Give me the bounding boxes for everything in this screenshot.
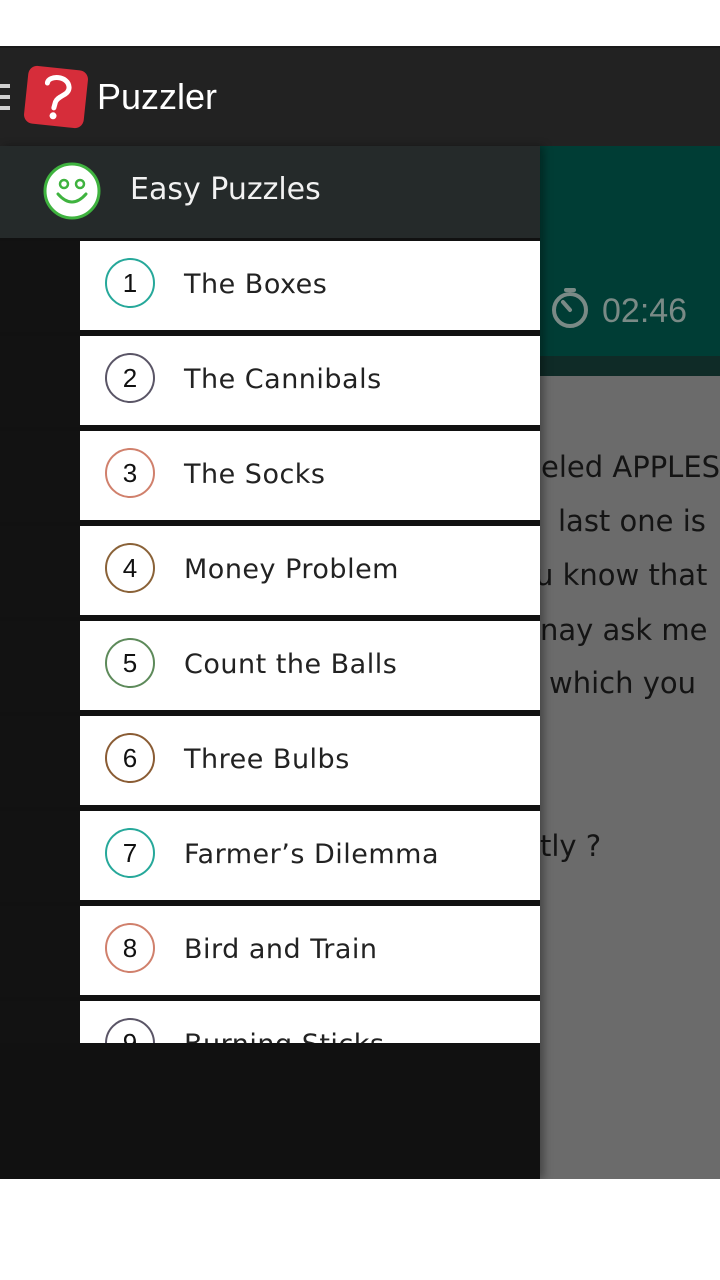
puzzle-number-badge: 8: [105, 923, 155, 973]
puzzle-header-panel: [540, 146, 720, 374]
puzzle-item-label: Farmer’s Dilemma: [184, 839, 440, 870]
row-gutter: [0, 1001, 80, 1043]
puzzle-text-line: nay ask me: [540, 613, 708, 647]
puzzle-item-card[interactable]: 8 Bird and Train: [80, 906, 540, 995]
app-screen: Puzzler 02:46 eled APPLES last one is u …: [0, 48, 720, 1179]
puzzle-item-card[interactable]: 6 Three Bulbs: [80, 716, 540, 805]
list-item[interactable]: 4 Money Problem: [0, 523, 540, 618]
drawer-header-easy-puzzles[interactable]: Easy Puzzles: [0, 146, 540, 238]
row-gutter: [0, 621, 80, 712]
puzzle-text-line: eled APPLES: [541, 450, 720, 484]
puzzle-description-panel: [540, 376, 720, 1179]
list-item[interactable]: 1 The Boxes: [0, 238, 540, 333]
puzzle-item-card[interactable]: 1 The Boxes: [80, 241, 540, 330]
puzzle-text-line: last one is: [558, 504, 706, 538]
puzzle-item-label: The Cannibals: [184, 364, 382, 395]
header-divider: [540, 356, 720, 376]
stopwatch-icon: [552, 288, 588, 328]
row-gutter: [0, 906, 80, 997]
timer-readout: 02:46: [602, 292, 688, 330]
app-bar: Puzzler: [0, 48, 720, 146]
puzzle-item-label: Count the Balls: [184, 649, 398, 680]
puzzle-text-line: tly ?: [540, 829, 602, 863]
app-title: Puzzler: [97, 76, 218, 117]
puzzle-item-label: Money Problem: [184, 554, 399, 585]
puzzle-item-card[interactable]: 2 The Cannibals: [80, 336, 540, 425]
list-item[interactable]: 3 The Socks: [0, 428, 540, 523]
navigation-drawer: Easy Puzzles 1 The Boxes 2 The Cannibals: [0, 146, 540, 1179]
puzzle-number-badge: 3: [105, 448, 155, 498]
puzzle-number-badge: 1: [105, 258, 155, 308]
smiley-icon: [43, 162, 101, 220]
puzzle-item-label: The Socks: [184, 459, 326, 490]
list-item[interactable]: 7 Farmer’s Dilemma: [0, 808, 540, 903]
list-item[interactable]: 6 Three Bulbs: [0, 713, 540, 808]
row-gutter: [0, 526, 80, 617]
puzzle-text-line: u know that: [535, 558, 708, 592]
puzzle-list[interactable]: 1 The Boxes 2 The Cannibals 3 The Socks: [0, 238, 540, 1043]
puzzle-number-badge: 5: [105, 638, 155, 688]
row-gutter: [0, 431, 80, 522]
puzzle-item-card[interactable]: 3 The Socks: [80, 431, 540, 520]
list-item[interactable]: 5 Count the Balls: [0, 618, 540, 713]
row-gutter: [0, 811, 80, 902]
puzzle-item-label: Burning Sticks: [184, 1029, 384, 1043]
question-mark-logo-icon[interactable]: [23, 65, 89, 129]
puzzle-text-line: which you: [549, 666, 696, 700]
row-gutter: [0, 716, 80, 807]
puzzle-number-badge: 4: [105, 543, 155, 593]
puzzle-item-card[interactable]: 7 Farmer’s Dilemma: [80, 811, 540, 900]
puzzle-number-badge: 9: [105, 1018, 155, 1043]
list-item[interactable]: 8 Bird and Train: [0, 903, 540, 998]
list-item[interactable]: 2 The Cannibals: [0, 333, 540, 428]
hamburger-menu-icon[interactable]: [0, 84, 10, 110]
puzzle-item-label: The Boxes: [184, 269, 328, 300]
puzzle-number-badge: 6: [105, 733, 155, 783]
row-gutter: [0, 336, 80, 427]
puzzle-number-badge: 7: [105, 828, 155, 878]
puzzle-item-card[interactable]: 9 Burning Sticks: [80, 1001, 540, 1043]
row-gutter: [0, 241, 80, 332]
puzzle-number-badge: 2: [105, 353, 155, 403]
puzzle-item-label: Bird and Train: [184, 934, 378, 965]
drawer-header-title: Easy Puzzles: [130, 172, 321, 207]
puzzle-item-card[interactable]: 5 Count the Balls: [80, 621, 540, 710]
puzzle-item-card[interactable]: 4 Money Problem: [80, 526, 540, 615]
list-item[interactable]: 9 Burning Sticks: [0, 998, 540, 1043]
puzzle-item-label: Three Bulbs: [184, 744, 350, 775]
